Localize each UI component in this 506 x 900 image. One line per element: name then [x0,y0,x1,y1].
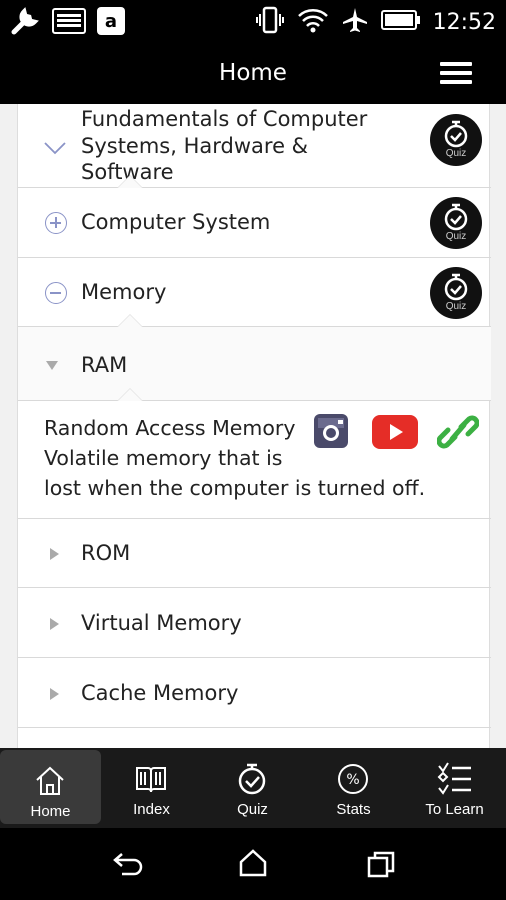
quiz-button-computer-system[interactable]: Quiz [430,197,482,249]
nav-home[interactable]: Home [0,750,101,824]
nav-index[interactable]: Index [101,748,202,826]
expand-notch [117,314,143,327]
battery-icon [380,9,421,36]
nav-to-learn[interactable]: To Learn [404,748,505,826]
topic-label-memory: Memory [81,280,167,304]
minus-circle-icon [45,282,67,304]
subtopic-label-ram: RAM [81,353,128,377]
clock: 12:52 [432,10,496,35]
wrench-icon [10,6,42,41]
recents-icon[interactable] [366,850,396,878]
link-icon[interactable] [437,412,479,452]
app-bar: Home [0,42,506,104]
system-nav [0,828,506,900]
subtopic-label-virtual-memory: Virtual Memory [81,611,242,635]
subtopic-label-cache-memory: Cache Memory [81,681,239,705]
topic-label-computer-system: Computer System [81,210,271,234]
chevron-down-icon [44,142,66,155]
topic-row-fundamentals[interactable]: Fundamentals of Computer Systems, Hardwa… [18,104,491,188]
stopwatch-icon [238,763,266,795]
checklist-icon [437,762,471,795]
bottom-nav: Home Index Quiz % Stats To Learn [0,748,506,828]
subtopic-label-rom: ROM [81,541,131,565]
nav-label: Index [133,801,170,818]
triangle-right-icon [50,548,59,560]
vibrate-icon [255,6,285,39]
topic-label-fundamentals: Fundamentals of Computer Systems, Hardwa… [81,106,367,186]
hamburger-icon[interactable] [440,62,472,84]
status-bar: a 12:52 [0,0,506,42]
wifi-icon [297,6,329,39]
expand-notch [117,175,143,188]
description-line: lost when the computer is turned off. [44,476,426,500]
stopwatch-icon [444,120,468,148]
topic-row-computer-system[interactable]: Computer System Quiz [18,188,491,258]
svg-text:a: a [105,11,117,32]
quiz-label: Quiz [445,231,467,242]
triangle-down-icon [46,361,58,370]
ram-detail: Random Access Memory Volatile memory tha… [27,408,487,518]
plus-circle-icon [45,212,67,234]
book-icon [136,767,166,793]
nav-label: Home [30,803,71,820]
page-title: Home [219,60,287,86]
keyboard-icon [52,8,86,39]
stopwatch-icon [444,203,468,231]
nav-label: Stats [336,801,371,818]
airplane-icon [341,6,369,39]
topic-row-memory[interactable]: Memory Quiz [18,258,491,327]
stopwatch-icon [444,273,468,301]
nav-label: To Learn [425,801,484,818]
subtopic-row-rom[interactable]: ROM [18,518,491,588]
home-icon [36,766,64,795]
expand-notch [117,388,143,401]
topic-panel: Fundamentals of Computer Systems, Hardwa… [17,104,491,748]
topic-list: Fundamentals of Computer Systems, Hardwa… [0,104,506,748]
nav-label: Quiz [237,801,268,818]
quiz-button-fundamentals[interactable]: Quiz [430,114,482,166]
subtopic-row-virtual-memory[interactable]: Virtual Memory [18,588,491,658]
topic-label-line: Fundamentals of Computer [81,107,368,131]
percent-icon: % [338,764,368,794]
home-system-icon[interactable] [238,848,268,878]
quiz-button-memory[interactable]: Quiz [430,267,482,319]
svg-text:%: % [346,772,359,788]
topic-label-line: Systems, Hardware & [81,133,309,158]
quiz-label: Quiz [445,148,467,159]
nav-stats[interactable]: % Stats [303,748,404,826]
amazon-icon: a [96,6,126,41]
subtopic-row-cache-memory[interactable]: Cache Memory [18,658,491,728]
back-icon[interactable] [112,850,144,878]
subtopic-row-ram[interactable]: RAM [18,327,491,401]
instagram-icon[interactable] [312,412,350,450]
triangle-right-icon [50,618,59,630]
youtube-icon[interactable] [371,412,419,452]
nav-quiz[interactable]: Quiz [202,748,303,826]
triangle-right-icon [50,688,59,700]
quiz-label: Quiz [445,301,467,312]
